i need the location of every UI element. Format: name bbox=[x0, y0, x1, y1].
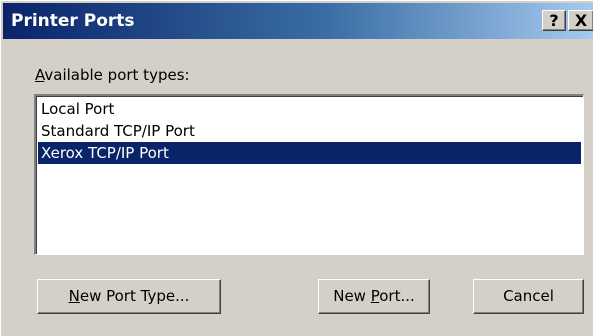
new-port-label-before: New bbox=[333, 287, 371, 305]
new-port-label-rest: ort... bbox=[379, 287, 415, 305]
close-button[interactable]: X bbox=[568, 10, 593, 31]
new-port-type-label: ew Port Type... bbox=[79, 287, 190, 305]
available-port-types-label: Available port types: bbox=[35, 65, 190, 85]
cancel-button[interactable]: Cancel bbox=[473, 279, 584, 314]
window-title: Printer Ports bbox=[11, 11, 135, 31]
port-types-listbox[interactable]: Local Port Standard TCP/IP Port Xerox TC… bbox=[34, 94, 584, 255]
list-item-standard-tcpip-port[interactable]: Standard TCP/IP Port bbox=[38, 120, 581, 142]
new-port-accelerator: P bbox=[370, 287, 380, 305]
label-text: vailable port types: bbox=[44, 66, 190, 84]
title-bar[interactable]: Printer Ports ? X bbox=[3, 3, 593, 39]
new-port-type-button[interactable]: New Port Type... bbox=[37, 279, 221, 314]
printer-ports-dialog: Printer Ports ? X Available port types: … bbox=[0, 0, 593, 336]
help-button[interactable]: ? bbox=[542, 10, 566, 31]
list-item-xerox-tcpip-port[interactable]: Xerox TCP/IP Port bbox=[38, 142, 581, 164]
new-port-button[interactable]: New Port... bbox=[318, 279, 430, 314]
help-icon: ? bbox=[549, 11, 559, 30]
list-item-local-port[interactable]: Local Port bbox=[38, 98, 581, 120]
close-icon: X bbox=[574, 11, 588, 30]
label-accelerator: A bbox=[35, 66, 45, 84]
new-port-type-accelerator: N bbox=[68, 287, 80, 305]
